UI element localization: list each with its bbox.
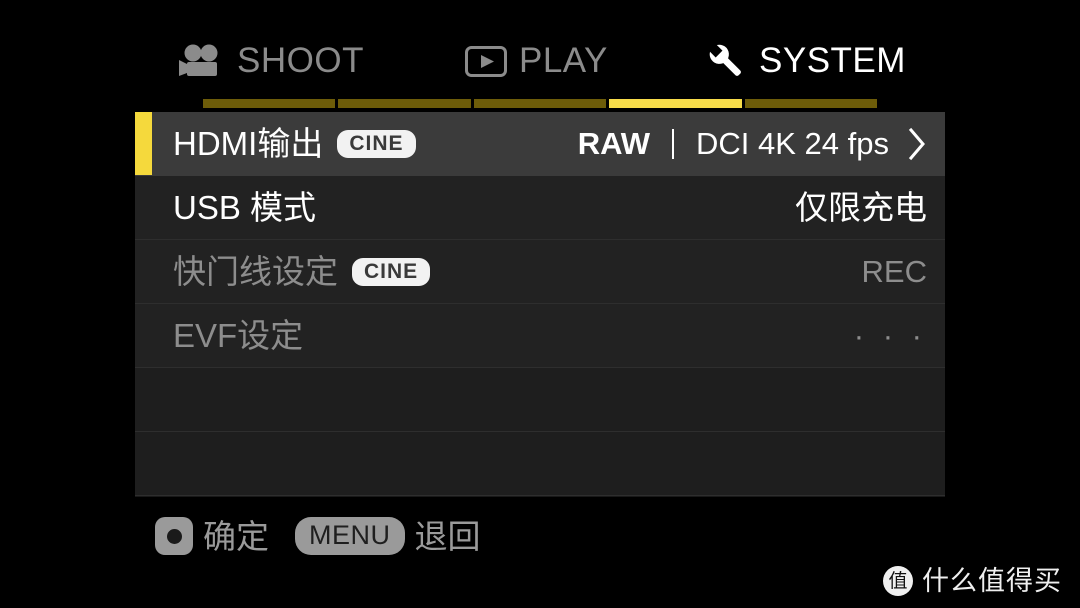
hint-confirm-label: 确定 — [203, 517, 269, 555]
menu-row-label: USB 模式 — [173, 189, 317, 226]
menu-row-label: HDMI输出 — [173, 125, 324, 162]
tab-play[interactable]: PLAY — [465, 32, 608, 90]
value-separator — [672, 128, 675, 159]
watermark-text: 什么值得买 — [922, 565, 1062, 596]
selection-indicator — [135, 304, 152, 367]
ok-button-icon — [155, 517, 193, 555]
menu-row-label: EVF设定 — [173, 317, 304, 354]
tab-shoot[interactable]: SHOOT — [179, 32, 364, 90]
menu-row-value-format: RAW — [577, 126, 651, 161]
menu-row-label-group: EVF设定 — [173, 319, 854, 352]
selection-indicator — [135, 112, 152, 175]
selection-indicator — [135, 432, 152, 495]
menu-row-hdmi-output[interactable]: HDMI输出 CINE RAW DCI 4K 24 fps — [135, 112, 945, 176]
menu-row-value: REC — [861, 254, 927, 289]
menu-row-value-group: · · · — [854, 320, 927, 351]
cine-badge: CINE — [352, 257, 431, 286]
menu-row-label-group: 快门线设定 CINE — [173, 255, 862, 288]
selection-indicator — [135, 368, 152, 431]
page-indicator-segment — [338, 99, 471, 108]
menu-row-empty — [135, 432, 945, 496]
tab-play-label: PLAY — [519, 41, 608, 80]
menu-row-evf-setting[interactable]: EVF设定 · · · — [135, 304, 945, 368]
watermark-logo: 值 — [883, 566, 913, 596]
menu-row-shutter-release-setting[interactable]: 快门线设定 CINE REC — [135, 240, 945, 304]
play-box-icon — [465, 45, 507, 77]
cine-badge: CINE — [337, 129, 416, 158]
menu-row-value-group: REC — [862, 256, 927, 287]
watermark: 值 什么值得买 — [883, 566, 1062, 596]
menu-button-badge: MENU — [295, 517, 405, 555]
menu-row-empty — [135, 368, 945, 432]
footer-hints: 确定 MENU 退回 — [155, 512, 481, 560]
hint-back-label: 退回 — [414, 517, 481, 555]
hint-back[interactable]: MENU 退回 — [295, 517, 481, 555]
selection-indicator — [135, 176, 152, 239]
menu-row-value-group: 仅限充电 — [795, 191, 927, 224]
movie-camera-icon — [179, 44, 225, 78]
page-indicator-segment — [473, 99, 607, 108]
selection-indicator — [135, 240, 152, 303]
menu-row-label: 快门线设定 — [173, 253, 338, 290]
page-indicator — [203, 99, 878, 108]
menu-row-label-group: USB 模式 — [173, 191, 795, 224]
page-indicator-segment-active — [609, 99, 742, 108]
page-indicator-segment — [744, 99, 878, 108]
wrench-icon — [705, 40, 747, 82]
camera-menu-screen: SHOOT PLAY SYSTEM HDMI输出 CINE RAW DCI 4K… — [0, 0, 1080, 608]
ok-button-dot — [166, 528, 182, 544]
settings-list: HDMI输出 CINE RAW DCI 4K 24 fps USB 模式 仅限充… — [135, 112, 945, 497]
hint-confirm[interactable]: 确定 — [155, 517, 269, 555]
menu-row-label-group: HDMI输出 CINE — [173, 127, 578, 160]
tab-system[interactable]: SYSTEM — [705, 32, 906, 90]
menu-row-value: 仅限充电 — [795, 189, 927, 226]
tab-shoot-label: SHOOT — [237, 41, 364, 80]
tab-system-label: SYSTEM — [759, 41, 906, 80]
menu-row-usb-mode[interactable]: USB 模式 仅限充电 — [135, 176, 945, 240]
tab-bar: SHOOT PLAY SYSTEM — [135, 32, 945, 90]
menu-row-value-ellipsis: · · · — [853, 318, 927, 353]
menu-row-value-group: RAW DCI 4K 24 fps — [578, 127, 927, 161]
page-indicator-segment — [203, 99, 336, 108]
menu-row-value: DCI 4K 24 fps — [696, 126, 889, 161]
chevron-right-icon — [907, 127, 927, 161]
